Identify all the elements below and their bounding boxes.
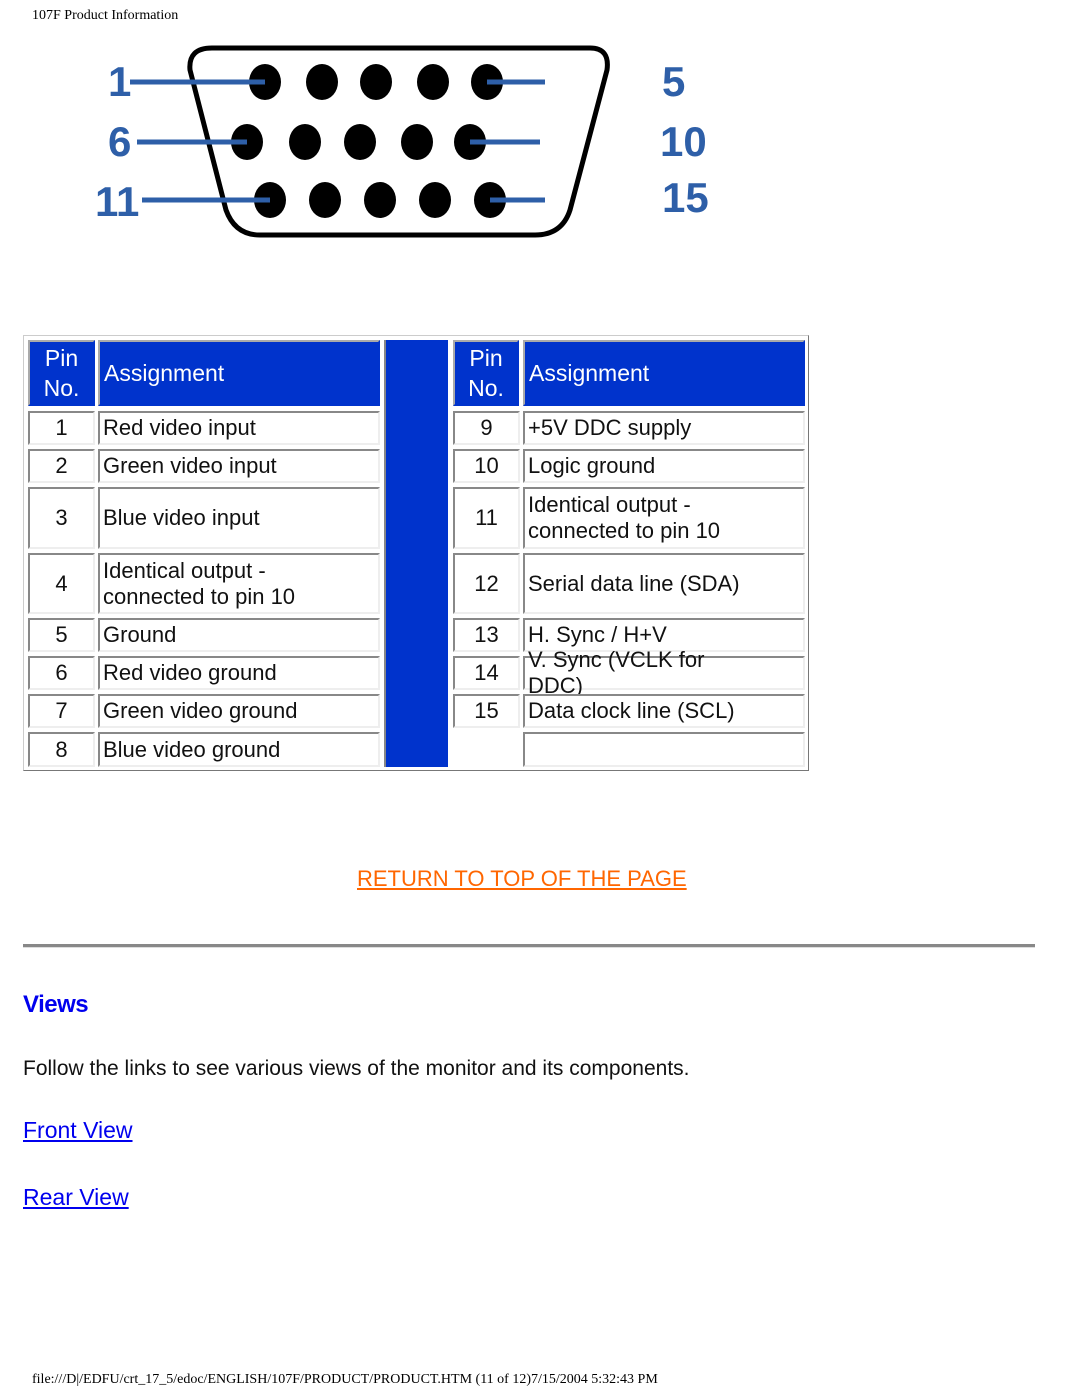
pin-label-5: 5 <box>662 58 685 105</box>
pin-number-cell: 12 <box>453 553 520 614</box>
header-assignment-right: Assignment <box>523 340 805 406</box>
pin-label-11: 11 <box>95 178 139 225</box>
header-no-label: No. <box>43 375 80 401</box>
connector-pin-13 <box>364 182 396 218</box>
pin-number-cell: 14 <box>453 656 520 690</box>
pin-assignment-cell: Green video input <box>98 449 380 483</box>
pin-assignment-table: Pin No. Assignment Pin No. Assignment 1R… <box>23 335 809 771</box>
front-view-link[interactable]: Front View <box>23 1117 133 1144</box>
header-pin-label: Pin <box>44 345 79 371</box>
pin-number-cell: 13 <box>453 618 520 652</box>
pin-number-cell: 11 <box>453 487 520 549</box>
pin-label-1: 1 <box>108 58 131 105</box>
pin-number-cell: 5 <box>28 618 95 652</box>
pin-number-cell: 9 <box>453 411 520 445</box>
views-description: Follow the links to see various views of… <box>23 1057 690 1080</box>
horizontal-divider <box>23 944 1035 948</box>
page-header: 107F Product Information <box>32 8 179 23</box>
connector-pin-3 <box>360 64 392 100</box>
header-pin-label: Pin <box>469 345 503 371</box>
pin-assignment-cell: Logic ground <box>523 449 805 483</box>
header-no-label: No. <box>468 375 504 401</box>
connector-pin-2 <box>306 64 338 100</box>
pin-number-cell: 4 <box>28 553 95 614</box>
pin-number-cell: 15 <box>453 694 520 728</box>
pin-number-cell: 1 <box>28 411 95 445</box>
table-spacer-column <box>384 340 448 767</box>
header-assignment-left: Assignment <box>98 340 380 406</box>
pin-assignment-cell: Red video ground <box>98 656 380 690</box>
pin-assignment-cell: Blue video input <box>98 487 380 549</box>
empty-assignment-cell <box>523 732 805 767</box>
rear-view-link[interactable]: Rear View <box>23 1184 129 1211</box>
connector-pin-9 <box>401 124 433 160</box>
pin-number-cell: 7 <box>28 694 95 728</box>
connector-pin-8 <box>344 124 376 160</box>
return-to-top-link[interactable]: RETURN TO TOP OF THE PAGE <box>357 866 687 892</box>
connector-pin-7 <box>289 124 321 160</box>
pin-assignment-cell: V. Sync (VCLK for DDC) <box>523 647 805 698</box>
connector-pin-14 <box>419 182 451 218</box>
pin-assignment-cell: +5V DDC supply <box>523 411 805 445</box>
header-pin-no-left: Pin No. <box>28 340 95 406</box>
page-footer-path: file:///D|/EDFU/crt_17_5/edoc/ENGLISH/10… <box>32 1372 658 1387</box>
pin-assignment-cell: Blue video ground <box>98 732 380 767</box>
pin-assignment-cell: Ground <box>98 618 380 652</box>
pin-label-10: 10 <box>660 118 707 165</box>
pin-number-cell: 3 <box>28 487 95 549</box>
vga-connector-diagram: 1 56 1011 15 <box>95 45 709 238</box>
pin-number-cell: 8 <box>28 732 95 767</box>
connector-pin-12 <box>309 182 341 218</box>
connector-pin-4 <box>417 64 449 100</box>
pin-assignment-cell: Identical output - connected to pin 10 <box>523 487 805 549</box>
pin-assignment-cell: Data clock line (SCL) <box>523 694 805 728</box>
pin-number-cell: 10 <box>453 449 520 483</box>
header-pin-no-right: Pin No. <box>453 340 519 406</box>
pin-label-15: 15 <box>662 174 709 221</box>
pin-assignment-cell: Red video input <box>98 411 380 445</box>
pin-number-cell: 6 <box>28 656 95 690</box>
pin-assignment-cell: Identical output - connected to pin 10 <box>98 553 380 614</box>
pin-label-6: 6 <box>108 118 131 165</box>
pin-number-cell: 2 <box>28 449 95 483</box>
views-heading: Views <box>23 991 89 1018</box>
pin-assignment-cell: Serial data line (SDA) <box>523 553 805 614</box>
pin-assignment-cell: Green video ground <box>98 694 380 728</box>
